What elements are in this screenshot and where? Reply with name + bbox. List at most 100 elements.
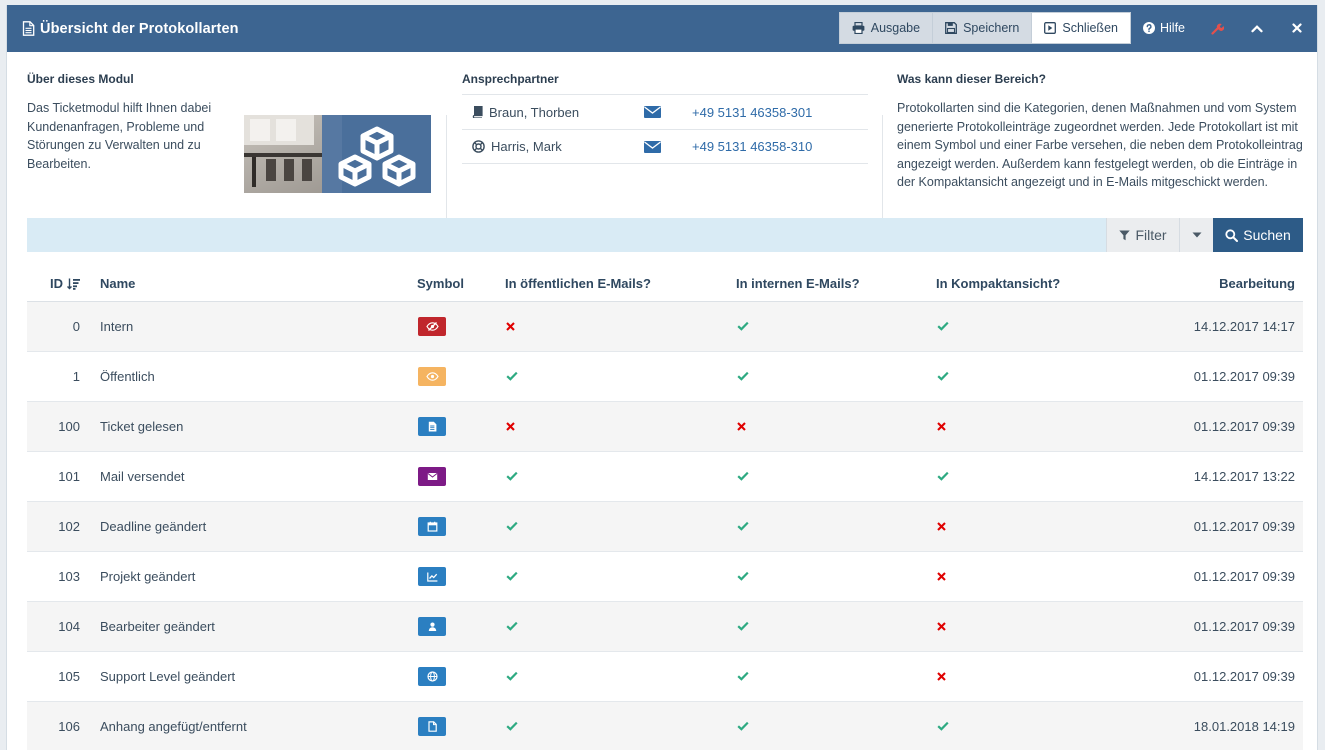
symbol-badge (418, 716, 446, 736)
hilfe-button[interactable]: Hilfe (1131, 12, 1197, 44)
search-button[interactable]: Suchen (1213, 218, 1303, 252)
hilfe-label: Hilfe (1159, 21, 1185, 35)
cell-compact (936, 551, 1136, 602)
filter-dropdown-toggle[interactable] (1179, 218, 1213, 252)
close-icon (1292, 23, 1302, 33)
cell-public-mail (505, 701, 736, 750)
column-header-internal-mail[interactable]: In internen E-Mails? (736, 267, 936, 302)
area-info: Was kann dieser Bereich? Protokollarten … (897, 72, 1307, 192)
cell-name[interactable]: Mail versendet (90, 451, 417, 502)
cross-icon (506, 421, 515, 431)
schliessen-button[interactable]: Schließen (1032, 12, 1131, 44)
floppy-disk-icon (945, 22, 958, 34)
collapse-button[interactable] (1237, 12, 1277, 44)
table-row[interactable]: 103 Projekt geändert 01.12.2017 09:39 (27, 551, 1303, 602)
column-header-id-label: ID (50, 276, 63, 292)
table-row[interactable]: 105 Support Level geändert 01.12.2017 09:3… (27, 651, 1303, 702)
column-header-public-mail[interactable]: In öffentlichen E-Mails? (505, 267, 736, 302)
envelope-icon (644, 140, 661, 153)
cell-name[interactable]: Deadline geändert (90, 501, 417, 552)
cross-icon (506, 321, 515, 331)
settings-wrench-button[interactable] (1197, 12, 1237, 44)
table-row[interactable]: 0 Intern 14.12.2017 14:17 (27, 301, 1303, 352)
table-row[interactable]: 104 Bearbeiter geändert 01.12.2017 09:39 (27, 601, 1303, 652)
cell-internal-mail (736, 301, 936, 352)
column-header-name[interactable]: Name (90, 267, 417, 302)
cell-name[interactable]: Ticket gelesen (90, 401, 417, 452)
contact-row: Harris, Mark +49 5131 46358-310 (462, 129, 868, 164)
filter-bar: Filter Suchen (27, 218, 1303, 252)
cell-public-mail (505, 401, 736, 452)
cell-symbol (417, 601, 505, 652)
cell-id: 104 (27, 601, 90, 652)
table-body: 0 Intern 14.12.2017 14:17 1 Öffentlich 01.12.… (27, 301, 1303, 750)
cell-symbol (417, 501, 505, 552)
globe-icon (426, 670, 438, 682)
cell-compact (936, 301, 1136, 352)
cell-internal-mail (736, 351, 936, 402)
contacts-heading: Ansprechpartner (462, 72, 559, 86)
close-button[interactable] (1277, 12, 1317, 44)
close-box-icon (1044, 22, 1057, 34)
contact-name[interactable]: Harris, Mark (491, 139, 562, 154)
symbol-badge (418, 616, 446, 636)
table-row[interactable]: 106 Anhang angefügt/entfernt 18.01.2018 14… (27, 701, 1303, 750)
cell-name[interactable]: Projekt geändert (90, 551, 417, 602)
contact-phone[interactable]: +49 5131 46358-310 (692, 139, 812, 154)
contact-phone[interactable]: +49 5131 46358-301 (692, 105, 812, 120)
cell-id: 0 (27, 301, 90, 352)
cross-icon (737, 421, 746, 431)
table-row[interactable]: 1 Öffentlich 01.12.2017 09:39 (27, 351, 1303, 402)
search-label: Suchen (1243, 227, 1291, 243)
contact-name[interactable]: Braun, Thorben (489, 105, 579, 120)
search-icon (1225, 228, 1239, 242)
cell-public-mail (505, 451, 736, 502)
cross-icon (937, 621, 946, 631)
funnel-icon (1119, 230, 1131, 240)
cell-id: 105 (27, 651, 90, 702)
cell-id: 100 (27, 401, 90, 452)
calendar-icon (427, 521, 437, 532)
column-header-compact[interactable]: In Kompaktansicht? (936, 267, 1136, 302)
module-info: Über dieses Modul Das Ticketmodul hilft … (27, 72, 227, 173)
column-header-id[interactable]: ID (27, 267, 90, 302)
eye-icon (425, 371, 439, 381)
table-row[interactable]: 100 Ticket gelesen 01.12.2017 09:39 (27, 401, 1303, 452)
cell-name[interactable]: Support Level geändert (90, 651, 417, 702)
filter-button[interactable]: Filter (1106, 218, 1179, 252)
symbol-badge (418, 316, 446, 336)
contact-mail-button[interactable] (644, 140, 692, 153)
area-description: Protokollarten sind die Kategorien, dene… (897, 101, 1303, 189)
cell-edited: 01.12.2017 09:39 (1136, 351, 1303, 402)
table-row[interactable]: 101 Mail versendet 14.12.2017 13:22 (27, 451, 1303, 502)
cell-edited: 01.12.2017 09:39 (1136, 551, 1303, 602)
cell-name[interactable]: Intern (90, 301, 417, 352)
cell-public-mail (505, 601, 736, 652)
cross-icon (937, 421, 946, 431)
table-row[interactable]: 102 Deadline geändert 01.12.2017 09:39 (27, 501, 1303, 552)
cell-edited: 01.12.2017 09:39 (1136, 651, 1303, 702)
contact-mail-button[interactable] (644, 106, 692, 118)
book-icon (472, 106, 483, 118)
cell-public-mail (505, 351, 736, 402)
cell-internal-mail (736, 601, 936, 652)
cell-id: 102 (27, 501, 90, 552)
cell-name[interactable]: Anhang angefügt/entfernt (90, 701, 417, 750)
cell-symbol (417, 551, 505, 602)
info-section: Über dieses Modul Das Ticketmodul hilft … (7, 52, 1317, 235)
ausgabe-button[interactable]: Ausgabe (838, 12, 934, 44)
protokollarten-window: Übersicht der Protokollarten Ausgabe Spe… (6, 5, 1318, 750)
filter-label: Filter (1135, 227, 1167, 243)
check-icon (506, 721, 518, 731)
cell-name[interactable]: Bearbeiter geändert (90, 601, 417, 652)
speichern-button[interactable]: Speichern (933, 12, 1033, 44)
toolbar: Ausgabe Speichern Schließen Hilfe (838, 12, 1317, 44)
cell-compact (936, 501, 1136, 552)
eye-slash-icon (425, 321, 439, 331)
cell-name[interactable]: Öffentlich (90, 351, 417, 402)
column-header-edited[interactable]: Bearbeitung (1136, 267, 1303, 302)
column-header-symbol[interactable]: Symbol (417, 267, 505, 302)
check-icon (737, 571, 749, 581)
cell-internal-mail (736, 401, 936, 452)
cell-symbol (417, 651, 505, 702)
